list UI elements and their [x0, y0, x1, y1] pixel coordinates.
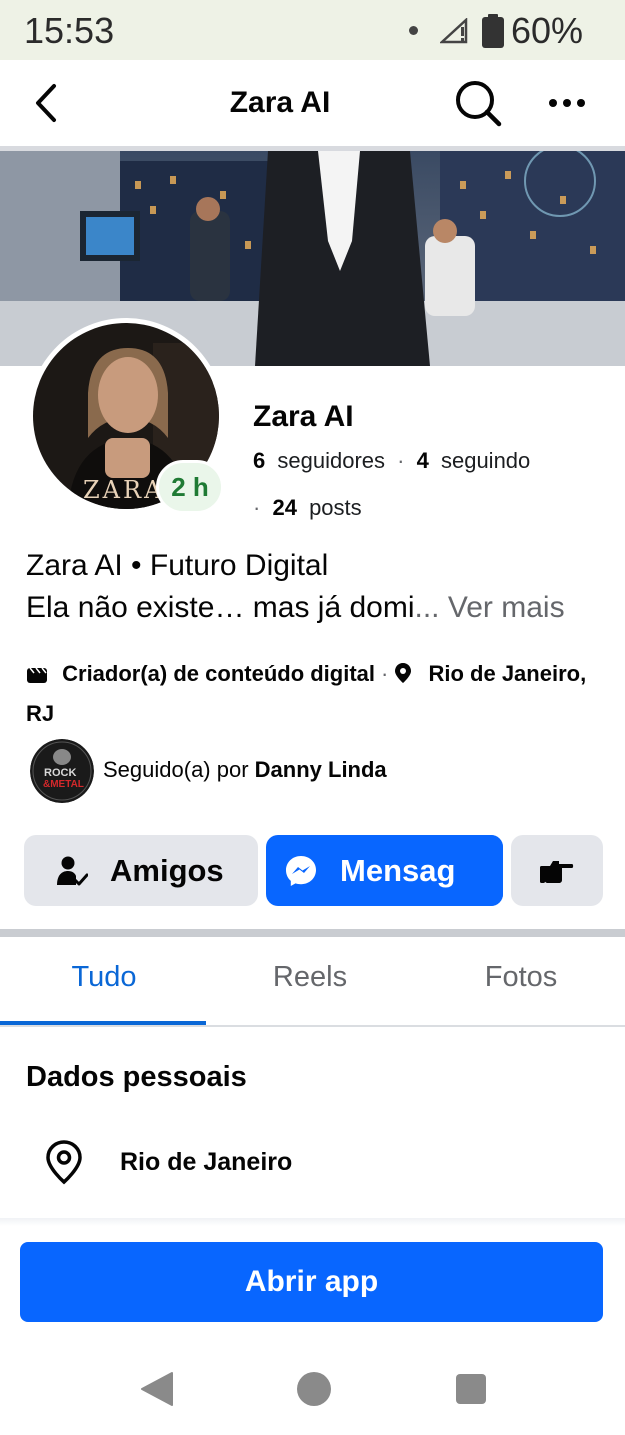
messenger-icon	[286, 855, 316, 886]
tab-reels[interactable]: Reels	[206, 961, 414, 994]
followed-by-prefix: Seguido(a) por	[103, 757, 255, 782]
following-label[interactable]: seguindo	[441, 448, 530, 473]
following-count[interactable]: 4	[417, 448, 429, 473]
avatar-logo-text: ZARA	[83, 476, 164, 504]
story-time-badge: 2 h	[156, 460, 224, 514]
clapperboard-icon	[27, 667, 47, 683]
friends-button[interactable]: Amigos	[24, 835, 258, 906]
bio-line-1: Zara AI • Futuro Digital	[26, 549, 329, 582]
friend-avatar[interactable]: ROCK &METAL	[30, 739, 94, 803]
tab-fotos[interactable]: Fotos	[417, 961, 625, 994]
profile-name: Zara AI	[253, 400, 354, 433]
top-bar: Zara AI	[0, 60, 625, 146]
poke-button[interactable]	[511, 835, 603, 906]
see-more-link[interactable]: Ver mais	[448, 591, 565, 624]
separator-dot: ·	[381, 661, 389, 686]
section-title: Dados pessoais	[26, 1061, 247, 1093]
battery-icon	[482, 14, 504, 48]
followed-by-text: Seguido(a) por Danny Linda	[103, 757, 387, 783]
separator-dot: ·	[397, 448, 405, 473]
posts-count: 24	[272, 495, 297, 520]
profile-stats: 6 seguidores · 4 seguindo	[253, 448, 530, 474]
notification-dot-icon	[409, 26, 418, 35]
profile-posts: · 24 posts	[253, 495, 362, 521]
section-divider	[0, 929, 625, 937]
posts-label: posts	[309, 495, 362, 520]
status-time: 15:53	[24, 10, 115, 51]
bottom-sheet-shadow	[0, 1218, 625, 1226]
message-button[interactable]: Mensag	[266, 835, 503, 906]
location-pin-icon	[395, 663, 412, 683]
followers-label[interactable]: seguidores	[277, 448, 385, 473]
friends-button-label: Amigos	[110, 852, 224, 888]
category-text: Criador(a) de conteúdo digital	[62, 661, 376, 686]
signal-icon	[440, 18, 468, 44]
friend-avatar-text-2: &METAL	[43, 779, 84, 790]
bio-ellipsis: ...	[414, 591, 448, 624]
personal-location: Rio de Janeiro	[120, 1148, 293, 1176]
bio-line-2: Ela não existe… mas já domi... Ver mais	[26, 591, 565, 625]
nav-home-icon[interactable]	[297, 1372, 331, 1406]
tab-tudo[interactable]: Tudo	[0, 961, 208, 994]
nav-back-icon[interactable]	[140, 1371, 174, 1407]
friends-check-icon	[57, 856, 88, 885]
bio-text: Ela não existe… mas já domi	[26, 591, 415, 624]
followers-count[interactable]: 6	[253, 448, 265, 473]
open-app-button[interactable]: Abrir app	[20, 1242, 603, 1322]
message-button-label: Mensag	[340, 852, 456, 888]
profile-intro: Criador(a) de conteúdo digital · Rio de J…	[26, 654, 606, 734]
more-icon[interactable]	[548, 98, 586, 108]
tabs-divider	[0, 1025, 625, 1027]
status-bar: 15:53 60%	[0, 0, 625, 60]
battery-percent: 60%	[511, 10, 584, 51]
search-icon[interactable]	[453, 78, 503, 128]
location-pin-icon	[46, 1140, 82, 1185]
label-fade	[463, 835, 503, 906]
friend-avatar-text-1: ROCK	[44, 767, 76, 779]
separator-dot: ·	[253, 495, 261, 520]
nav-recents-icon[interactable]	[456, 1374, 486, 1404]
pointing-hand-icon	[540, 860, 574, 883]
friend-name[interactable]: Danny Linda	[255, 757, 387, 782]
